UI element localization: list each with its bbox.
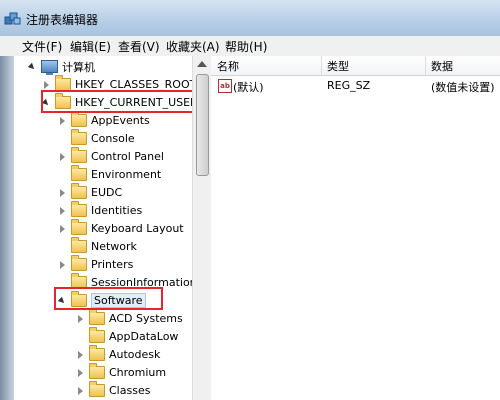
tree-item-label: AppEvents bbox=[91, 114, 150, 127]
column-divider[interactable] bbox=[321, 56, 322, 75]
folder-icon bbox=[71, 147, 87, 163]
folder-icon bbox=[71, 129, 87, 145]
tree-item-chromium[interactable]: Chromium bbox=[76, 363, 167, 381]
column-header-name[interactable]: 名称 bbox=[217, 58, 239, 74]
collapse-arrow-icon[interactable] bbox=[28, 62, 38, 72]
value-data: (数值未设置) bbox=[431, 81, 495, 94]
scroll-thumb[interactable] bbox=[196, 74, 209, 176]
values-list[interactable]: 名称 类型 数据 ab (默认) REG_SZ (数值未设置) bbox=[211, 56, 500, 400]
tree-item-label: Keyboard Layout bbox=[91, 222, 184, 235]
tree-item-autodesk[interactable]: Autodesk bbox=[76, 345, 161, 363]
expand-arrow-icon[interactable] bbox=[58, 224, 68, 234]
expand-arrow-icon[interactable] bbox=[76, 350, 86, 360]
tree-item-label: Control Panel bbox=[91, 150, 164, 163]
no-expander bbox=[58, 278, 68, 288]
expand-arrow-icon[interactable] bbox=[76, 368, 86, 378]
tree-item-label: Environment bbox=[91, 168, 162, 181]
scroll-up-arrow-icon[interactable] bbox=[197, 61, 207, 67]
tree-item-label: Classes bbox=[109, 384, 151, 397]
expand-arrow-icon[interactable] bbox=[58, 206, 68, 216]
folder-icon bbox=[71, 201, 87, 217]
regedit-app-icon bbox=[4, 12, 21, 25]
menu-file[interactable]: 文件(F) bbox=[22, 38, 62, 55]
tree-item-eudc[interactable]: EUDC bbox=[58, 183, 123, 201]
folder-icon bbox=[71, 165, 87, 181]
tree-item-label: Console bbox=[91, 132, 135, 145]
tree-item-network[interactable]: Network bbox=[58, 237, 137, 255]
tree-item-control-panel[interactable]: Control Panel bbox=[58, 147, 164, 165]
folder-icon bbox=[71, 237, 87, 253]
tree-item-appevents[interactable]: AppEvents bbox=[58, 111, 150, 129]
expand-arrow-icon[interactable] bbox=[76, 386, 86, 396]
tree-item-appdatalow[interactable]: AppDataLow bbox=[76, 327, 179, 345]
tree-item-label: 计算机 bbox=[62, 60, 95, 74]
tree-item-label: EUDC bbox=[91, 186, 123, 199]
menu-favorites[interactable]: 收藏夹(A) bbox=[166, 38, 220, 55]
column-header-type[interactable]: 类型 bbox=[327, 58, 349, 74]
folder-icon bbox=[71, 111, 87, 127]
tree-item-label: AppDataLow bbox=[109, 330, 179, 343]
no-expander bbox=[58, 170, 68, 180]
tree-item-console[interactable]: Console bbox=[58, 129, 135, 147]
highlight-box-software bbox=[54, 287, 163, 310]
tree-item-label: Autodesk bbox=[109, 348, 161, 361]
folder-icon bbox=[71, 219, 87, 235]
folder-icon bbox=[89, 309, 105, 325]
expand-arrow-icon[interactable] bbox=[76, 314, 86, 324]
value-name: (默认) bbox=[233, 81, 264, 94]
registry-tree[interactable]: 计算机 HKEY_CLASSES_ROOT HKEY_CURRENT_USER … bbox=[14, 56, 211, 400]
expand-arrow-icon[interactable] bbox=[42, 80, 52, 90]
expand-arrow-icon[interactable] bbox=[58, 188, 68, 198]
column-header-data[interactable]: 数据 bbox=[431, 58, 453, 74]
menu-bar: 文件(F) 编辑(E) 查看(V) 收藏夹(A) 帮助(H) bbox=[0, 36, 500, 57]
tree-item-keyboard-layout[interactable]: Keyboard Layout bbox=[58, 219, 184, 237]
folder-icon bbox=[89, 381, 105, 397]
tree-item-label: Identities bbox=[91, 204, 143, 217]
no-expander bbox=[76, 332, 86, 342]
tree-item-classes[interactable]: Classes bbox=[76, 381, 151, 399]
tree-item-label: ACD Systems bbox=[109, 312, 183, 325]
tree-scrollbar[interactable] bbox=[192, 56, 211, 400]
column-divider[interactable] bbox=[425, 56, 426, 75]
tree-item-printers[interactable]: Printers bbox=[58, 255, 134, 273]
folder-icon bbox=[89, 327, 105, 343]
folder-icon bbox=[89, 345, 105, 361]
list-header: 名称 类型 数据 bbox=[211, 56, 500, 76]
folder-icon bbox=[71, 183, 87, 199]
tree-item-label: Network bbox=[91, 240, 137, 253]
tree-item-label: Chromium bbox=[109, 366, 167, 379]
no-expander bbox=[58, 242, 68, 252]
expand-arrow-icon[interactable] bbox=[58, 260, 68, 270]
highlight-box-hkcu bbox=[41, 90, 206, 113]
tree-item-identities[interactable]: Identities bbox=[58, 201, 143, 219]
menu-edit[interactable]: 编辑(E) bbox=[70, 38, 111, 55]
window-title: 注册表编辑器 bbox=[26, 13, 99, 27]
menu-help[interactable]: 帮助(H) bbox=[225, 38, 267, 55]
string-value-icon: ab bbox=[218, 79, 232, 93]
regedit-window: 注册表编辑器 文件(F) 编辑(E) 查看(V) 收藏夹(A) 帮助(H) 计算… bbox=[0, 0, 500, 400]
tree-item-label: Printers bbox=[91, 258, 134, 271]
menu-view[interactable]: 查看(V) bbox=[118, 38, 160, 55]
tree-item-computer[interactable]: 计算机 bbox=[28, 58, 95, 75]
tree-item-environment[interactable]: Environment bbox=[58, 165, 162, 183]
value-type: REG_SZ bbox=[327, 79, 371, 92]
background-strip bbox=[0, 56, 14, 400]
folder-icon bbox=[71, 255, 87, 271]
tree-item-acd-systems[interactable]: ACD Systems bbox=[76, 309, 183, 327]
expand-arrow-icon[interactable] bbox=[58, 152, 68, 162]
folder-icon bbox=[89, 363, 105, 379]
title-bar[interactable]: 注册表编辑器 bbox=[0, 0, 500, 36]
expand-arrow-icon[interactable] bbox=[58, 116, 68, 126]
no-expander bbox=[58, 134, 68, 144]
computer-icon bbox=[41, 60, 58, 75]
